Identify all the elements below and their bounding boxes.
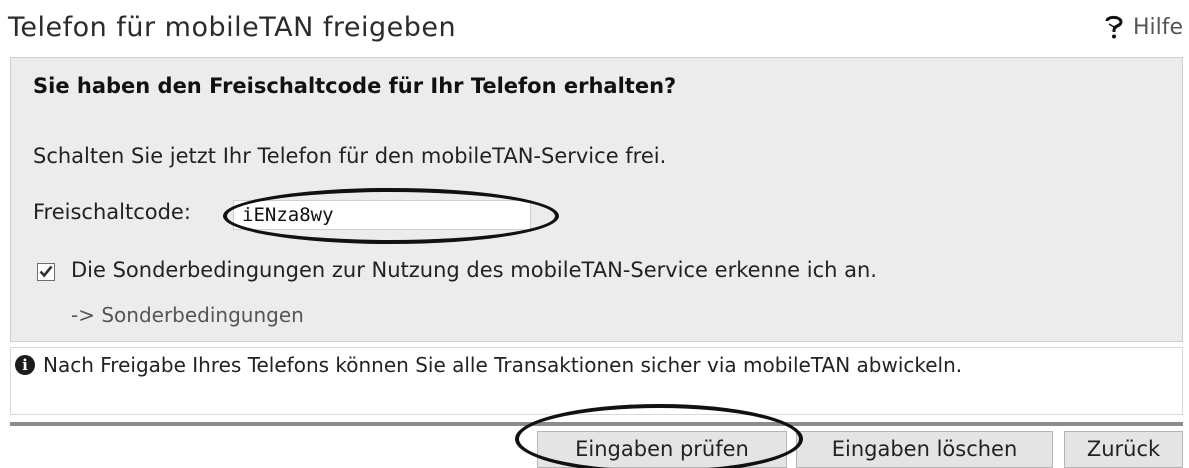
- info-icon: i: [15, 355, 35, 375]
- terms-checkbox[interactable]: [37, 263, 55, 281]
- page-header: Telefon für mobileTAN freigeben Hilfe: [0, 0, 1189, 56]
- help-label: Hilfe: [1132, 14, 1183, 40]
- action-divider: [10, 422, 1183, 426]
- info-message: Nach Freigabe Ihres Telefons können Sie …: [43, 353, 963, 377]
- release-code-panel: Sie haben den Freischaltcode für Ihr Tel…: [10, 57, 1183, 342]
- mobiletan-release-page: Telefon für mobileTAN freigeben Hilfe Si…: [0, 0, 1189, 468]
- panel-heading: Sie haben den Freischaltcode für Ihr Tel…: [33, 74, 677, 98]
- terms-link[interactable]: -> Sonderbedingungen: [71, 303, 304, 327]
- check-input-button[interactable]: Eingaben prüfen: [537, 431, 787, 468]
- back-button[interactable]: Zurück: [1064, 431, 1183, 468]
- help-link[interactable]: Hilfe: [1103, 14, 1183, 40]
- release-instruction: Schalten Sie jetzt Ihr Telefon für den m…: [33, 144, 667, 168]
- help-icon: [1103, 14, 1125, 40]
- clear-input-button[interactable]: Eingaben löschen: [796, 431, 1053, 468]
- terms-checkbox-label: Die Sonderbedingungen zur Nutzung des mo…: [71, 258, 877, 282]
- release-code-input[interactable]: [233, 200, 531, 230]
- page-title: Telefon für mobileTAN freigeben: [8, 12, 457, 43]
- info-message-box: i Nach Freigabe Ihres Telefons können Si…: [10, 347, 1183, 415]
- release-code-label: Freischaltcode:: [33, 200, 191, 224]
